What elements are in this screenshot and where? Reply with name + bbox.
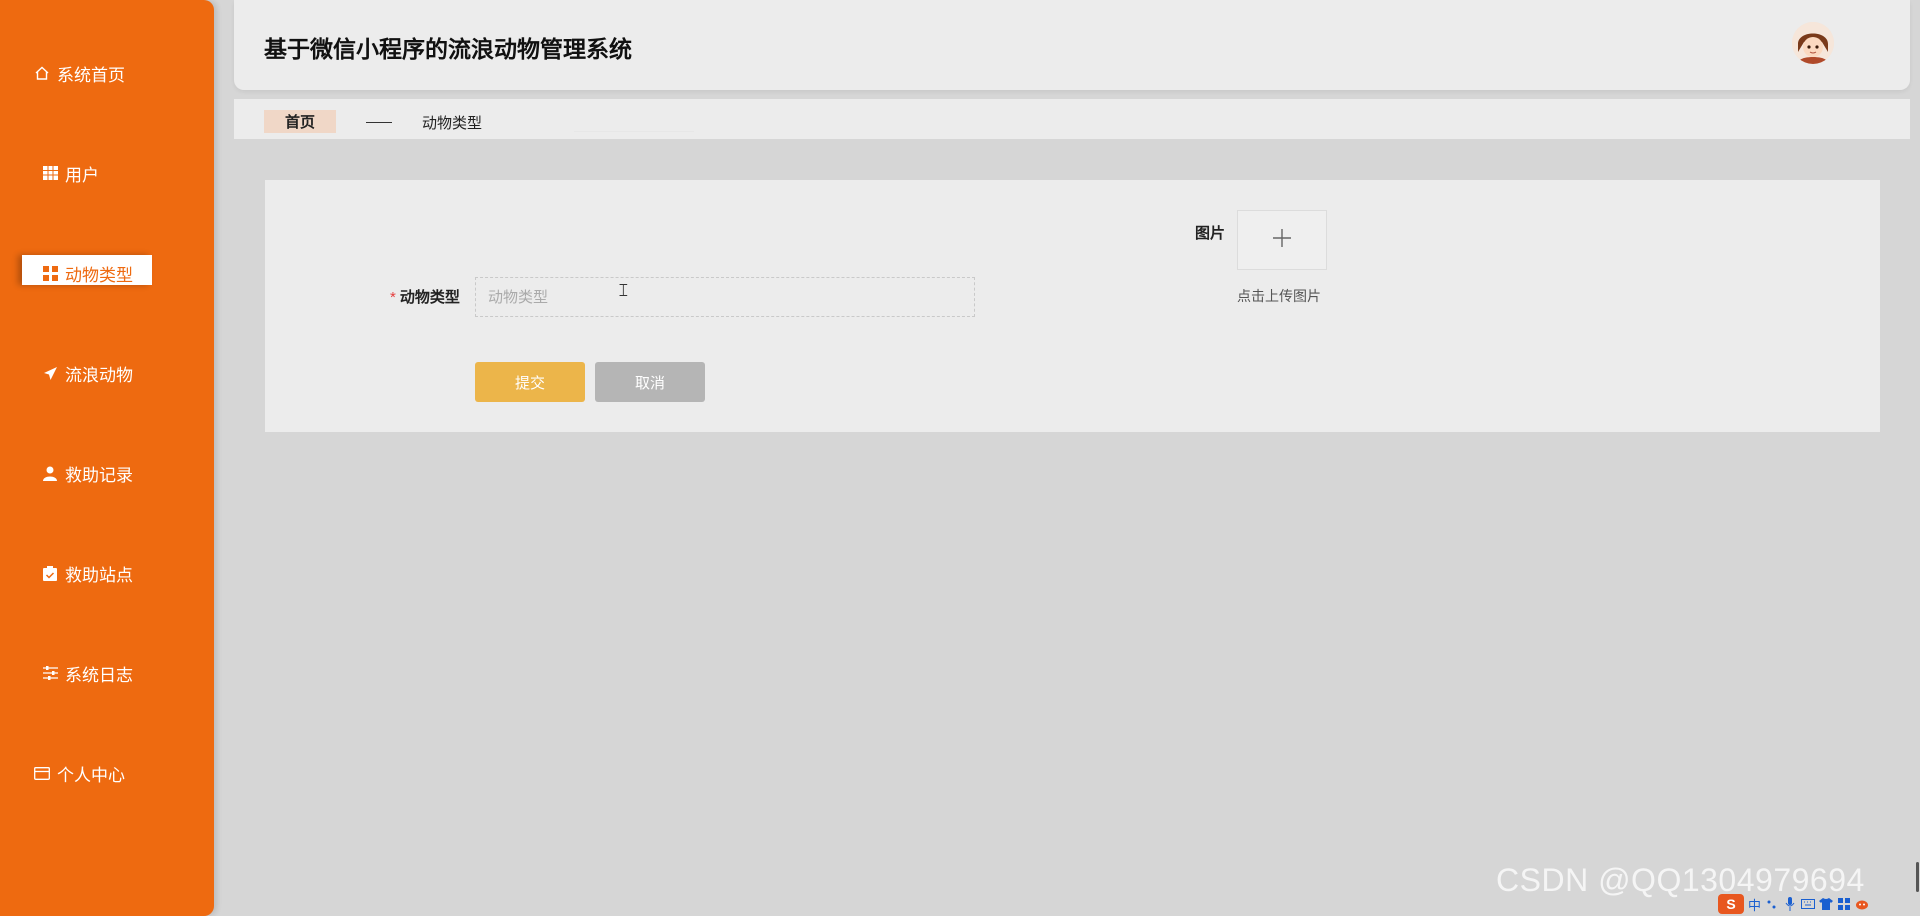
home-icon — [33, 64, 51, 82]
clipboard-icon — [41, 564, 59, 582]
breadcrumb-home[interactable]: 首页 — [264, 110, 336, 133]
keyboard-icon[interactable] — [1801, 897, 1816, 911]
grid-icon — [41, 264, 59, 282]
animal-type-input[interactable] — [475, 277, 975, 317]
sidebar-item-label: 系统日志 — [65, 665, 133, 685]
sidebar-item-label: 系统首页 — [57, 65, 125, 85]
header: 基于微信小程序的流浪动物管理系统 — [234, 0, 1910, 90]
sidebar: 系统首页 用户 动物类型 流浪动物 救助记录 救助站点 系统日志 个人中心 — [0, 0, 214, 916]
sidebar-item-label: 用户 — [65, 165, 99, 185]
breadcrumb-divider — [574, 131, 694, 132]
breadcrumb: 首页 动物类型 — [234, 99, 1910, 139]
mascot-icon[interactable] — [1855, 897, 1869, 911]
image-upload-button[interactable] — [1237, 210, 1327, 270]
table-icon — [41, 164, 59, 182]
avatar[interactable] — [1792, 22, 1834, 64]
sidebar-item-system-logs[interactable]: 系统日志 — [0, 653, 214, 693]
upload-hint: 点击上传图片 — [1237, 288, 1321, 304]
cancel-button[interactable]: 取消 — [595, 362, 705, 402]
sidebar-item-rescue-records[interactable]: 救助记录 — [0, 453, 214, 493]
text-cursor-icon: 𝙸 — [617, 280, 630, 300]
plus-icon — [1271, 227, 1293, 254]
breadcrumb-current: 动物类型 — [422, 115, 483, 132]
shirt-icon[interactable] — [1819, 897, 1834, 911]
sidebar-item-home[interactable]: 系统首页 — [0, 53, 214, 93]
send-icon — [41, 364, 59, 382]
submit-button[interactable]: 提交 — [475, 362, 585, 402]
animal-type-label: * 动物类型 — [390, 286, 460, 307]
ime-toolbar: S 中 — [1718, 893, 1920, 915]
sidebar-item-users[interactable]: 用户 — [0, 153, 214, 193]
sidebar-item-label: 救助站点 — [65, 565, 133, 585]
microphone-icon[interactable] — [1783, 897, 1797, 911]
ime-mode[interactable]: 中 — [1748, 895, 1761, 914]
sidebar-item-rescue-stations[interactable]: 救助站点 — [0, 553, 214, 593]
page-title: 基于微信小程序的流浪动物管理系统 — [264, 36, 632, 62]
sidebar-item-stray-animals[interactable]: 流浪动物 — [0, 353, 214, 393]
animal-type-label-text: 动物类型 — [399, 289, 460, 306]
sidebar-item-label: 救助记录 — [65, 465, 133, 485]
scrollbar-handle[interactable] — [1916, 862, 1919, 892]
user-icon — [41, 464, 59, 482]
ime-logo-icon[interactable]: S — [1718, 894, 1744, 914]
sliders-icon — [41, 664, 59, 682]
sidebar-item-label: 动物类型 — [65, 265, 133, 285]
form-card: *动物类型 𝙸 图片 点击上传图片 提交 取消 — [265, 180, 1880, 432]
punctuation-icon[interactable] — [1765, 897, 1779, 911]
required-mark: * — [390, 289, 396, 306]
sidebar-item-label: 流浪动物 — [65, 365, 133, 385]
sidebar-item-label: 个人中心 — [57, 765, 125, 785]
image-label: 图片 — [1195, 225, 1226, 242]
grid-tools-icon[interactable] — [1837, 897, 1851, 911]
breadcrumb-separator — [366, 122, 392, 123]
card-icon — [33, 764, 51, 782]
sidebar-item-animal-type[interactable]: 动物类型 — [0, 253, 214, 293]
sidebar-item-profile[interactable]: 个人中心 — [0, 753, 214, 793]
